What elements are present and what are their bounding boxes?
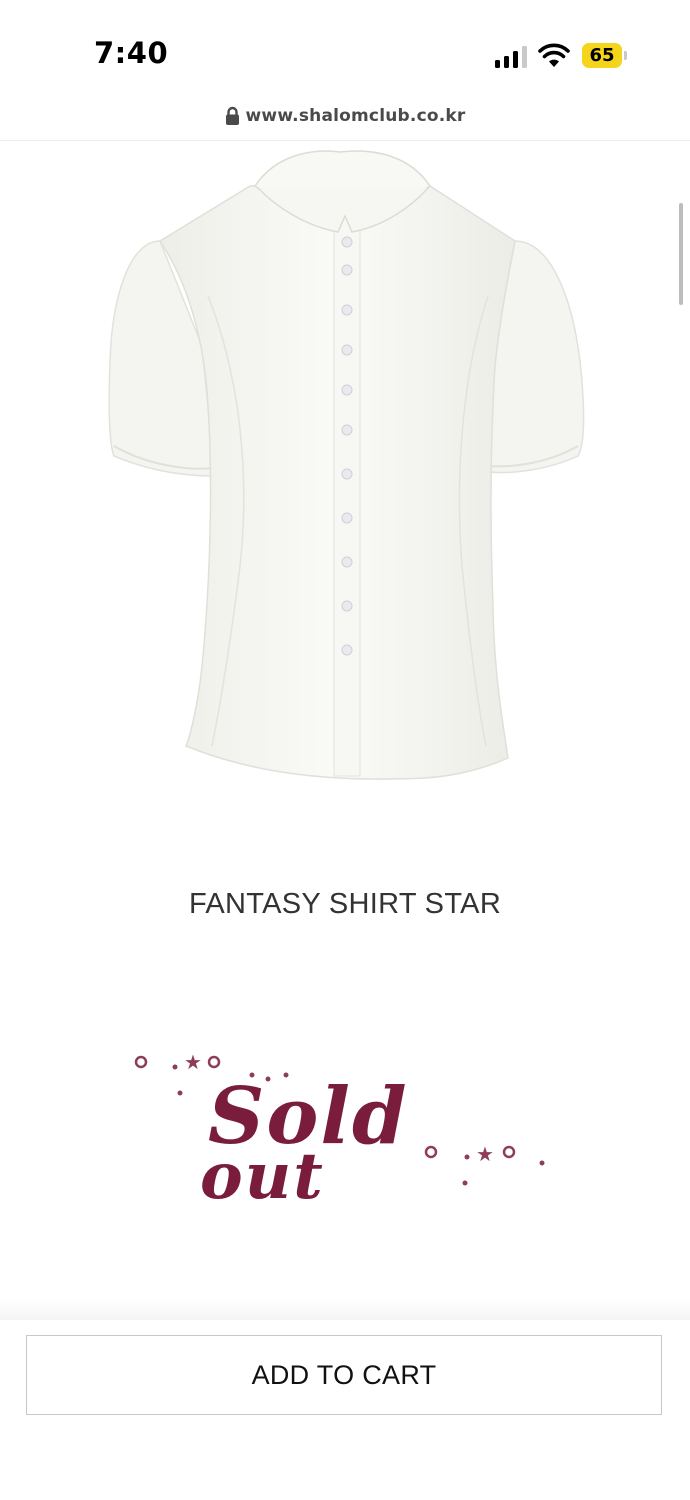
status-bar: 7:40 65 (0, 0, 690, 100)
browser-url-bar[interactable]: www.shalomclub.co.kr (0, 106, 690, 141)
battery-tip (624, 51, 627, 60)
scrollbar[interactable] (679, 203, 683, 305)
product-name: FANTASY SHIRT STAR (188, 888, 502, 920)
battery-icon: 65 (582, 43, 622, 68)
bottom-bar-divider (0, 1300, 690, 1320)
svg-text:★: ★ (184, 1050, 202, 1074)
sold-out-line2: out (200, 1139, 325, 1214)
wifi-icon (538, 43, 570, 67)
svg-text:★: ★ (476, 1142, 494, 1166)
product-image[interactable] (90, 146, 600, 786)
sold-out-badge: ★ ★ Sold out (134, 1050, 545, 1214)
lock-icon (225, 106, 239, 125)
add-to-cart-button[interactable]: ADD TO CART (26, 1335, 662, 1415)
product-page: 7:40 65 www.shalomclub.co.kr FANTASY SHI… (0, 0, 690, 1500)
status-time: 7:40 (94, 36, 169, 70)
cellular-signal-icon (495, 46, 529, 68)
url-text: www.shalomclub.co.kr (245, 106, 466, 126)
